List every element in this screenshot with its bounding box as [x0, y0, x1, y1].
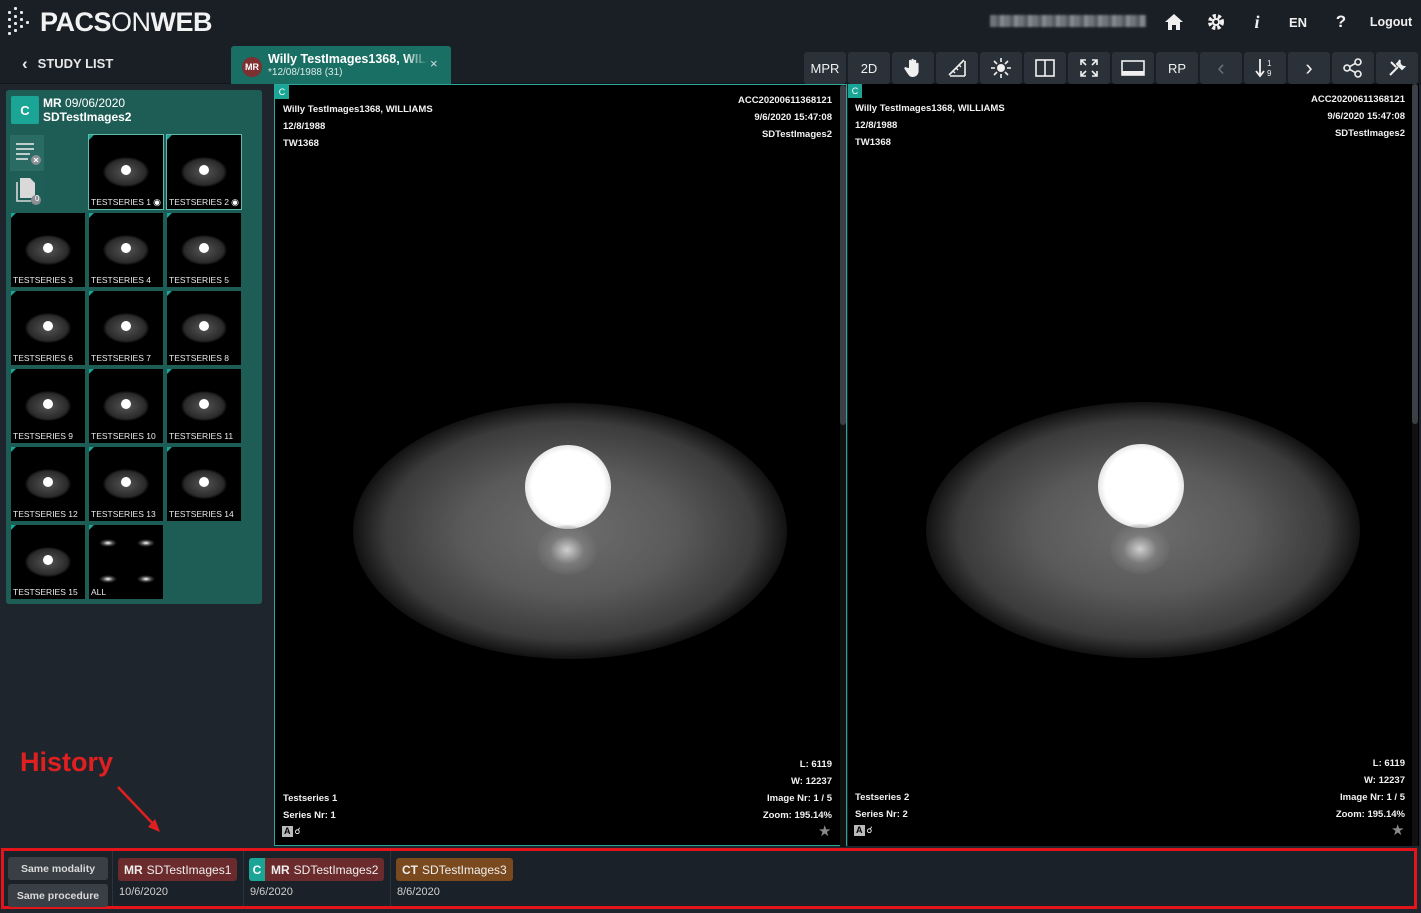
series-thumbnail[interactable]: TESTSERIES 2 ◉: [166, 134, 242, 210]
fullscreen-icon[interactable]: [1068, 52, 1110, 84]
previous-chevron-icon[interactable]: ‹: [1200, 52, 1242, 84]
logo: PACSONWEB: [6, 4, 213, 40]
study-panel[interactable]: C MR 09/06/2020 SDTestImages2 0 TESTSERI…: [6, 90, 262, 604]
series-thumbnail[interactable]: TESTSERIES 14: [167, 447, 241, 521]
layout-icon[interactable]: [1024, 52, 1066, 84]
star-icon[interactable]: ★: [1391, 821, 1404, 839]
annotation-arrow-icon: [117, 786, 160, 832]
report-list-button[interactable]: [10, 135, 44, 171]
sort-icon[interactable]: 19: [1244, 52, 1286, 84]
viewport-2[interactable]: C Willy TestImages1368, WILLIAMS 12/8/198…: [848, 84, 1419, 846]
series-thumbnail[interactable]: TESTSERIES 13: [89, 447, 163, 521]
viewport-scrollbar[interactable]: [840, 85, 846, 847]
history-study-2[interactable]: C MR SDTestImages2: [249, 858, 385, 881]
history-study-1[interactable]: MR SDTestImages1: [118, 858, 238, 881]
series-thumbnail[interactable]: TESTSERIES 15: [11, 525, 85, 599]
viewport-1[interactable]: C Willy TestImages1368, WILLIAMS 12/8/198…: [274, 84, 847, 847]
user-name-redacted: [990, 15, 1146, 27]
series-thumbnail[interactable]: TESTSERIES 8: [167, 291, 241, 365]
series-thumbnail-all[interactable]: ALL: [89, 525, 163, 599]
annotation-toggle-icon[interactable]: A ☌: [854, 825, 873, 836]
info-icon[interactable]: i: [1247, 10, 1267, 34]
logout-button[interactable]: Logout: [1368, 10, 1414, 34]
tools-wrench-icon[interactable]: [1376, 52, 1418, 84]
svg-text:1: 1: [1267, 59, 1272, 68]
help-icon[interactable]: ?: [1331, 10, 1351, 34]
series-thumbnail[interactable]: TESTSERIES 4: [89, 213, 163, 287]
window-level-icon[interactable]: [980, 52, 1022, 84]
home-icon[interactable]: [1163, 10, 1185, 34]
documents-button[interactable]: 0: [10, 172, 44, 208]
study-name: SDTestImages2: [43, 110, 132, 124]
svg-text:9: 9: [1267, 69, 1272, 78]
pan-hand-icon[interactable]: [892, 52, 934, 84]
mpr-button[interactable]: MPR: [804, 52, 846, 84]
scan-bright-spot: [1098, 444, 1184, 528]
history-study-3[interactable]: CT SDTestImages3: [396, 858, 513, 881]
series-thumbnail[interactable]: TESTSERIES 11: [167, 369, 241, 443]
patient-tab-dob: *12/08/1988 (31): [268, 67, 343, 78]
history-study-1-date: 10/6/2020: [119, 886, 168, 898]
next-chevron-icon[interactable]: ›: [1288, 52, 1330, 84]
study-current-badge: C: [11, 96, 39, 124]
star-icon[interactable]: ★: [818, 822, 831, 840]
logo-mark-icon: [6, 5, 34, 39]
annotation-toggle-icon[interactable]: A ☌: [282, 826, 301, 837]
measure-icon[interactable]: [936, 52, 978, 84]
history-bar: Same modality Same procedure MR SDTestIma…: [1, 848, 1417, 909]
series-thumbnail[interactable]: TESTSERIES 9: [11, 369, 85, 443]
study-modality-date: MR 09/06/2020: [43, 96, 126, 110]
chevron-left-icon: ‹: [22, 53, 28, 73]
overlay-bottom-left: Testseries 1 Series Nr: 1: [283, 793, 338, 821]
back-to-study-list[interactable]: ‹ STUDY LIST: [22, 53, 114, 73]
viewport-badge: C: [848, 84, 862, 98]
scan-spine: [537, 525, 597, 575]
overlay-bottom-right: L: 6119 W: 12237 Image Nr: 1 / 5 Zoom: 195.…: [762, 759, 832, 821]
top-bar: PACSONWEB i EN ? Logout: [0, 0, 1421, 44]
history-study-2-date: 9/6/2020: [250, 886, 293, 898]
back-label: STUDY LIST: [37, 56, 114, 71]
same-procedure-filter[interactable]: Same procedure: [8, 884, 108, 907]
close-tab-icon[interactable]: ×: [430, 56, 438, 71]
current-study-badge: C: [249, 858, 265, 881]
overlay-top-right: ACC20200611368121 9/6/2020 15:47:08 SDTest…: [737, 95, 832, 140]
same-modality-filter[interactable]: Same modality: [8, 857, 108, 880]
overlay-top-left: Willy TestImages1368, WILLIAMS 12/8/1988 T…: [283, 104, 433, 149]
series-thumbnail[interactable]: TESTSERIES 7: [89, 291, 163, 365]
share-icon[interactable]: [1332, 52, 1374, 84]
document-count: 0: [35, 194, 40, 203]
series-thumbnail[interactable]: TESTSERIES 10: [89, 369, 163, 443]
visible-eye-icon: ◉: [153, 197, 161, 207]
divider: [390, 851, 391, 906]
study-bar: ‹ STUDY LIST MR Willy TestImages1368, WI…: [0, 44, 1421, 84]
series-thumbnail[interactable]: TESTSERIES 3: [11, 213, 85, 287]
app-root: PACSONWEB i EN ? Logout ‹ STUDY LIST MR …: [0, 0, 1421, 913]
series-thumbnail[interactable]: TESTSERIES 6: [11, 291, 85, 365]
divider: [112, 851, 113, 906]
overlay-top-right: ACC20200611368121 9/6/2020 15:47:08 SDTest…: [1310, 94, 1405, 139]
series-thumbnail[interactable]: TESTSERIES 1 ◉: [88, 134, 164, 210]
logo-text: PACSONWEB: [40, 6, 213, 37]
gear-icon[interactable]: [1205, 10, 1227, 34]
scan-bright-spot: [525, 445, 611, 529]
divider: [243, 851, 244, 906]
modality-badge: MR: [242, 57, 262, 77]
overlay-bottom-left: Testseries 2 Series Nr: 2: [855, 792, 910, 820]
monitor-icon[interactable]: [1112, 52, 1154, 84]
series-thumbnail[interactable]: TESTSERIES 5: [167, 213, 241, 287]
language-select[interactable]: EN: [1286, 10, 1310, 34]
viewport-badge: C: [275, 85, 289, 99]
series-thumbnail[interactable]: TESTSERIES 12: [11, 447, 85, 521]
patient-tab-name: Willy TestImages1368, WILLIAMS: [268, 52, 428, 66]
scan-spine: [1110, 524, 1170, 574]
viewport-scrollbar[interactable]: [1412, 84, 1418, 846]
overlay-bottom-right: L: 6119 W: 12237 Image Nr: 1 / 5 Zoom: 195.…: [1335, 758, 1405, 820]
visible-eye-icon: ◉: [231, 197, 239, 207]
2d-button[interactable]: 2D: [848, 52, 890, 84]
history-study-3-date: 8/6/2020: [397, 886, 440, 898]
patient-tab[interactable]: MR Willy TestImages1368, WILLIAMS *12/08…: [231, 46, 451, 84]
overlay-top-left: Willy TestImages1368, WILLIAMS 12/8/1988 T…: [855, 103, 1005, 148]
history-annotation-label: History: [20, 747, 114, 777]
rp-button[interactable]: RP: [1156, 52, 1198, 84]
